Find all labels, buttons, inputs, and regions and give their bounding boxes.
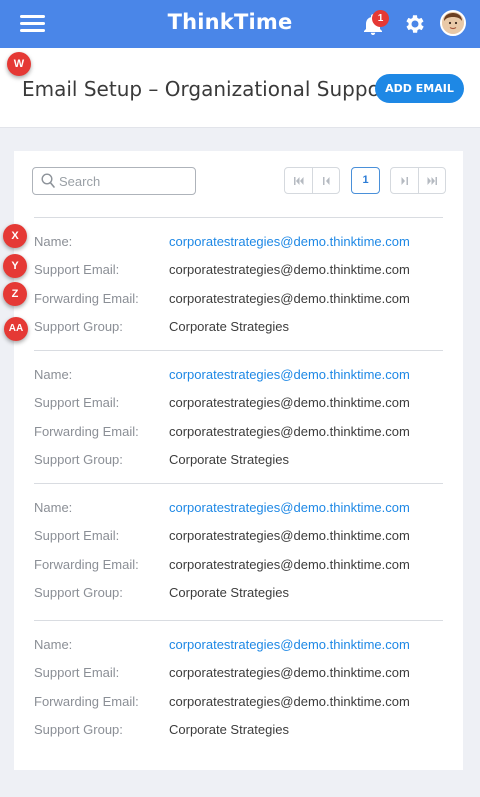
support-group-value: Corporate Strategies [169,319,289,334]
support-email-label: Support Email: [34,262,120,277]
app-logo[interactable]: ThinkTime [0,10,460,34]
support-group-value: Corporate Strategies [169,722,289,737]
page-title: Email Setup – Organizational Support [22,77,396,101]
email-record: Name: corporatestrategies@demo.thinktime… [34,620,443,737]
name-label: Name: [34,637,73,652]
notification-badge: 1 [372,10,389,27]
first-page-button[interactable] [285,168,312,193]
support-group-value: Corporate Strategies [169,585,289,600]
name-link[interactable]: corporatestrategies@demo.thinktime.com [169,367,410,382]
name-label: Name: [34,367,73,382]
prev-page-icon [322,176,329,185]
annotation-marker-y: Y [3,254,27,278]
search-input[interactable] [59,170,189,192]
first-page-icon [293,176,303,185]
support-email-row: Support Email: corporatestrategies@demo.… [34,665,443,685]
name-row: Name: corporatestrategies@demo.thinktime… [34,637,443,657]
support-email-value: corporatestrategies@demo.thinktime.com [169,395,410,410]
last-page-button[interactable] [418,168,445,193]
top-bar: ThinkTime 1 [0,0,480,48]
forwarding-email-label: Forwarding Email: [34,557,139,572]
next-page-button[interactable] [391,168,418,193]
name-label: Name: [34,234,73,249]
forwarding-email-row: Forwarding Email: corporatestrategies@de… [34,694,443,714]
pager-forward-group [390,167,446,194]
name-row: Name: corporatestrategies@demo.thinktime… [34,367,443,387]
support-email-label: Support Email: [34,528,120,543]
page-header: Email Setup – Organizational Support ADD… [0,48,480,128]
forwarding-email-value: corporatestrategies@demo.thinktime.com [169,291,410,306]
support-group-label: Support Group: [34,722,123,737]
gear-icon[interactable] [403,12,427,36]
annotation-marker-x: X [3,224,27,248]
annotation-marker-aa: AA [4,317,28,341]
name-row: Name: corporatestrategies@demo.thinktime… [34,234,443,254]
current-page-button[interactable]: 1 [351,167,380,194]
support-group-label: Support Group: [34,585,123,600]
last-page-icon [427,176,437,185]
support-email-value: corporatestrategies@demo.thinktime.com [169,665,410,680]
support-group-label: Support Group: [34,319,123,334]
name-link[interactable]: corporatestrategies@demo.thinktime.com [169,637,410,652]
support-email-label: Support Email: [34,395,120,410]
name-link[interactable]: corporatestrategies@demo.thinktime.com [169,234,410,249]
support-email-row: Support Email: corporatestrategies@demo.… [34,262,443,282]
email-record: Name: corporatestrategies@demo.thinktime… [34,483,443,600]
email-record: Name: corporatestrategies@demo.thinktime… [34,217,443,334]
next-page-icon [401,176,408,185]
prev-page-button[interactable] [312,168,339,193]
forwarding-email-value: corporatestrategies@demo.thinktime.com [169,694,410,709]
name-row: Name: corporatestrategies@demo.thinktime… [34,500,443,520]
search-icon [41,173,55,188]
forwarding-email-value: corporatestrategies@demo.thinktime.com [169,557,410,572]
support-group-row: Support Group: Corporate Strategies [34,585,443,605]
forwarding-email-row: Forwarding Email: corporatestrategies@de… [34,291,443,311]
pager-back-group [284,167,340,194]
annotation-marker-w: W [7,52,31,76]
annotation-marker-z: Z [3,282,27,306]
support-email-row: Support Email: corporatestrategies@demo.… [34,528,443,548]
support-email-value: corporatestrategies@demo.thinktime.com [169,262,410,277]
support-group-row: Support Group: Corporate Strategies [34,722,443,742]
forwarding-email-value: corporatestrategies@demo.thinktime.com [169,424,410,439]
name-label: Name: [34,500,73,515]
email-list-card: 1 Name: corporatestrategies@demo.thinkti… [14,151,463,770]
support-email-label: Support Email: [34,665,120,680]
name-link[interactable]: corporatestrategies@demo.thinktime.com [169,500,410,515]
email-record: Name: corporatestrategies@demo.thinktime… [34,350,443,467]
forwarding-email-row: Forwarding Email: corporatestrategies@de… [34,557,443,577]
search-box[interactable] [32,167,196,195]
forwarding-email-label: Forwarding Email: [34,291,139,306]
add-email-button[interactable]: ADD EMAIL [375,74,464,103]
support-group-row: Support Group: Corporate Strategies [34,319,443,339]
support-group-value: Corporate Strategies [169,452,289,467]
support-group-row: Support Group: Corporate Strategies [34,452,443,472]
forwarding-email-row: Forwarding Email: corporatestrategies@de… [34,424,443,444]
forwarding-email-label: Forwarding Email: [34,424,139,439]
avatar[interactable] [440,10,466,36]
forwarding-email-label: Forwarding Email: [34,694,139,709]
support-group-label: Support Group: [34,452,123,467]
support-email-value: corporatestrategies@demo.thinktime.com [169,528,410,543]
support-email-row: Support Email: corporatestrategies@demo.… [34,395,443,415]
